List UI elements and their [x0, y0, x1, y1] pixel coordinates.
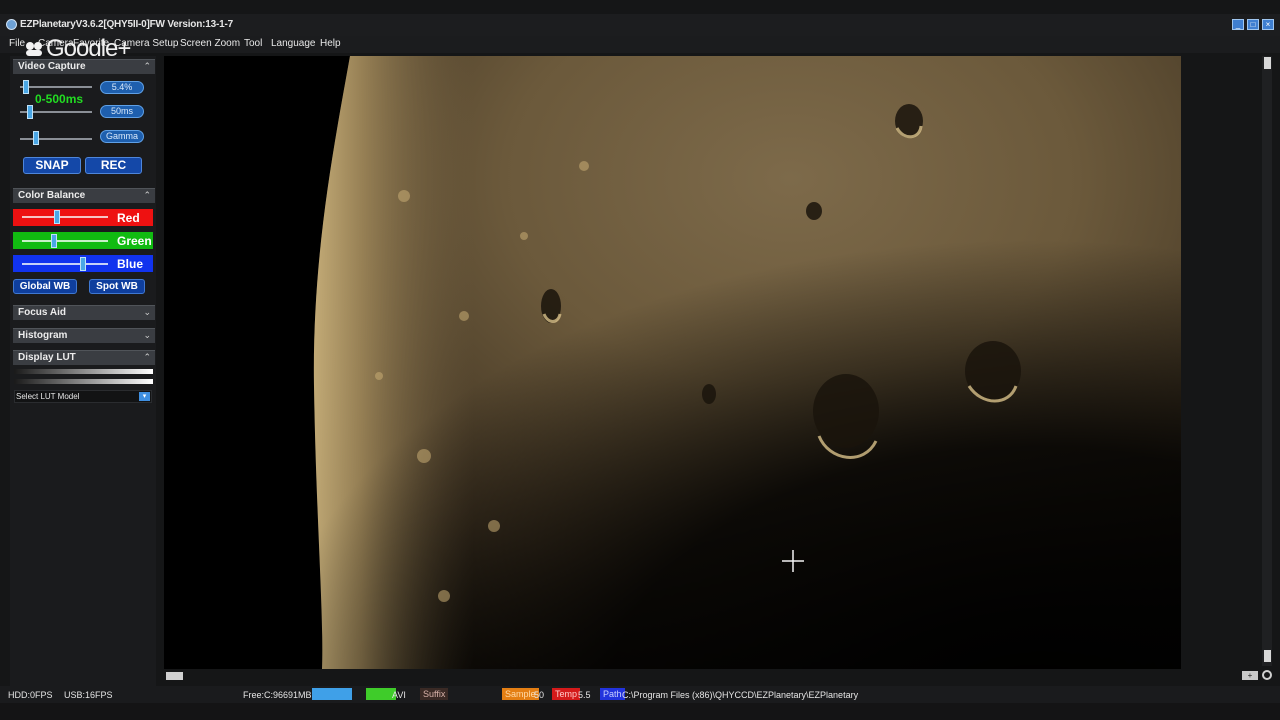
- gamma-slider-track[interactable]: [20, 138, 92, 140]
- horizontal-scroll-thumb[interactable]: [166, 672, 183, 680]
- green-slider-thumb[interactable]: [50, 234, 57, 248]
- lut-model-select[interactable]: Select LUT Model ▾: [14, 390, 152, 403]
- expand-icon[interactable]: ⌄: [143, 307, 151, 318]
- exposure-slider-thumb[interactable]: [26, 105, 33, 119]
- save-path[interactable]: C:\Program Files (x86)\QHYCCD\EZPlanetar…: [622, 690, 858, 700]
- temp-tag: Temp: [552, 688, 581, 700]
- gamma-label: Gamma: [100, 130, 144, 143]
- free-space: Free:C:96691MB: [243, 690, 312, 700]
- color-balance-title: Color Balance: [18, 190, 86, 201]
- focus-aid-header[interactable]: Focus Aid ⌄: [13, 305, 155, 320]
- red-label: Red: [117, 211, 140, 225]
- red-slider-thumb[interactable]: [54, 210, 60, 224]
- menu-file[interactable]: File: [9, 38, 25, 49]
- collapse-icon[interactable]: ⌃: [143, 61, 151, 72]
- video-preview[interactable]: [164, 56, 1181, 669]
- display-lut-title: Display LUT: [18, 352, 76, 363]
- disk-usage-bar: [312, 688, 352, 700]
- close-icon[interactable]: ×: [1262, 19, 1274, 30]
- scroll-up-icon[interactable]: [1264, 57, 1271, 69]
- menu-tool[interactable]: Tool: [244, 38, 262, 49]
- zoom-fit-icon[interactable]: [1262, 670, 1272, 680]
- focus-aid-title: Focus Aid: [18, 307, 66, 318]
- lut-gradient-top: [14, 369, 153, 374]
- menu-screen-zoom[interactable]: Screen Zoom: [180, 38, 240, 49]
- spot-wb-button[interactable]: Spot WB: [89, 279, 145, 294]
- gain-slider-track[interactable]: [20, 86, 92, 88]
- rec-button[interactable]: REC: [85, 157, 142, 174]
- lut-gradient-bottom: [14, 379, 153, 384]
- blue-slider-thumb[interactable]: [80, 257, 87, 271]
- window-title: EZPlanetaryV3.6.2[QHY5II-0]FW Version:13…: [20, 19, 233, 30]
- app-icon: [6, 19, 17, 30]
- gamma-slider-thumb[interactable]: [33, 131, 40, 145]
- global-wb-button[interactable]: Global WB: [13, 279, 77, 294]
- zoom-in-icon[interactable]: +: [1242, 671, 1258, 680]
- scroll-down-icon[interactable]: [1264, 650, 1271, 662]
- blue-slider-track[interactable]: [22, 263, 108, 265]
- sample-value: 50: [534, 690, 545, 700]
- hangout-avatar-icon: [26, 42, 42, 56]
- menu-language[interactable]: Language: [271, 38, 316, 49]
- moon-image: [164, 56, 1181, 669]
- video-capture-title: Video Capture: [18, 61, 86, 72]
- blue-label: Blue: [117, 257, 144, 271]
- path-tag: Path: [600, 688, 625, 700]
- gain-value: 5.4%: [100, 81, 144, 94]
- gain-slider-thumb[interactable]: [23, 80, 30, 94]
- green-label: Green: [117, 234, 152, 248]
- bottom-letterbox: [0, 703, 1280, 720]
- display-lut-header[interactable]: Display LUT ⌃: [13, 350, 155, 365]
- hdd-fps: HDD:0FPS: [8, 690, 53, 700]
- minimize-icon[interactable]: _: [1232, 19, 1244, 30]
- menu-help[interactable]: Help: [320, 38, 341, 49]
- expand-icon[interactable]: ⌄: [143, 330, 151, 341]
- maximize-icon[interactable]: □: [1247, 19, 1259, 30]
- exposure-value: 50ms: [100, 105, 144, 118]
- suffix-tag[interactable]: Suffix: [420, 688, 449, 700]
- green-slider-track[interactable]: [22, 240, 108, 242]
- temp-value: 5.5: [578, 690, 591, 700]
- histogram-title: Histogram: [18, 330, 68, 341]
- collapse-icon[interactable]: ⌃: [143, 190, 151, 201]
- histogram-header[interactable]: Histogram ⌄: [13, 328, 155, 343]
- usb-fps: USB:16FPS: [64, 690, 113, 700]
- format-label[interactable]: AVI: [392, 690, 406, 700]
- snap-button[interactable]: SNAP: [23, 157, 81, 174]
- lut-model-label: Select LUT Model: [16, 392, 80, 401]
- exposure-range-label: 0-500ms: [35, 92, 84, 106]
- vertical-scrollbar[interactable]: [1262, 56, 1272, 666]
- collapse-icon[interactable]: ⌃: [143, 352, 151, 363]
- red-slider-track[interactable]: [22, 216, 108, 218]
- color-balance-header[interactable]: Color Balance ⌃: [13, 188, 155, 203]
- dropdown-arrow-icon[interactable]: ▾: [139, 392, 150, 401]
- video-capture-header[interactable]: Video Capture ⌃: [13, 59, 155, 74]
